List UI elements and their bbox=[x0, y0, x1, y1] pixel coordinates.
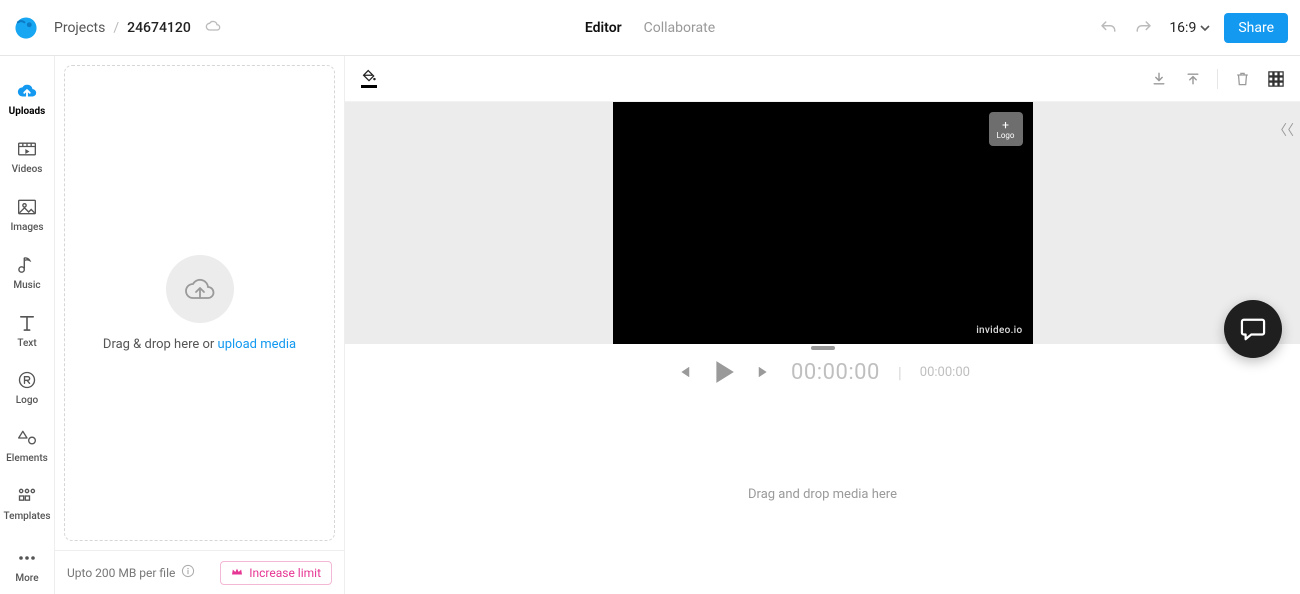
breadcrumb: Projects / 24674120 bbox=[54, 20, 221, 36]
nav-label: Uploads bbox=[9, 106, 46, 117]
nav-music[interactable]: Music bbox=[0, 243, 54, 301]
video-icon bbox=[16, 138, 38, 160]
time-separator: | bbox=[898, 363, 902, 382]
tab-collaborate[interactable]: Collaborate bbox=[644, 20, 715, 36]
uploads-panel: Drag & drop here or upload media Upto 20… bbox=[55, 56, 345, 594]
nav-label: Text bbox=[17, 338, 36, 349]
mode-tabs: Editor Collaborate bbox=[585, 20, 715, 36]
grid-icon[interactable] bbox=[1266, 69, 1286, 89]
text-icon bbox=[16, 312, 38, 334]
info-icon[interactable] bbox=[181, 564, 195, 581]
share-button[interactable]: Share bbox=[1224, 13, 1288, 43]
video-canvas[interactable]: + Logo invideo.io bbox=[613, 102, 1033, 344]
watermark-text: invideo.io bbox=[976, 325, 1022, 336]
upload-limit-note: Upto 200 MB per file bbox=[67, 566, 175, 580]
delete-icon[interactable] bbox=[1232, 69, 1252, 89]
top-bar: Projects / 24674120 Editor Collaborate 1… bbox=[0, 0, 1300, 56]
chat-button[interactable] bbox=[1224, 300, 1282, 358]
aspect-ratio-selector[interactable]: 16:9 bbox=[1169, 20, 1210, 36]
nav-label: Images bbox=[10, 222, 43, 233]
dropzone-prefix: Drag & drop here or bbox=[103, 337, 218, 352]
breadcrumb-separator: / bbox=[113, 20, 119, 36]
upload-icon bbox=[16, 80, 38, 102]
nav-label: Logo bbox=[16, 395, 38, 406]
tab-editor[interactable]: Editor bbox=[585, 20, 622, 36]
download-icon[interactable] bbox=[1149, 69, 1169, 89]
nav-label: Music bbox=[13, 280, 40, 291]
canvas-toolbar bbox=[345, 56, 1300, 102]
shapes-icon bbox=[16, 427, 38, 449]
next-icon[interactable] bbox=[755, 363, 773, 381]
nav-images[interactable]: Images bbox=[0, 186, 54, 244]
cloud-sync-icon bbox=[205, 20, 221, 36]
background-color-icon[interactable] bbox=[359, 69, 379, 89]
increase-limit-button[interactable]: Increase limit bbox=[220, 561, 332, 585]
nav-label: Elements bbox=[6, 453, 48, 464]
nav-logo[interactable]: Logo bbox=[0, 359, 54, 417]
music-icon bbox=[16, 254, 38, 276]
canvas-area: + Logo invideo.io 〈〈 bbox=[345, 102, 1300, 344]
undo-icon[interactable] bbox=[1097, 17, 1119, 39]
nav-label: Videos bbox=[12, 164, 43, 175]
nav-videos[interactable]: Videos bbox=[0, 128, 54, 186]
nav-uploads[interactable]: Uploads bbox=[0, 70, 54, 128]
chat-icon bbox=[1240, 317, 1266, 341]
nav-more[interactable]: More bbox=[0, 536, 54, 594]
current-time: 00:00:00 bbox=[791, 360, 880, 385]
total-time: 00:00:00 bbox=[920, 365, 970, 380]
more-icon bbox=[16, 547, 38, 569]
previous-icon[interactable] bbox=[675, 363, 693, 381]
chevron-down-icon bbox=[1200, 23, 1210, 33]
redo-icon[interactable] bbox=[1133, 17, 1155, 39]
logo-slot-label: Logo bbox=[997, 131, 1015, 140]
nav-label: Templates bbox=[3, 511, 50, 522]
upload-canvas-icon[interactable] bbox=[1183, 69, 1203, 89]
toolbar-separator bbox=[1217, 69, 1218, 89]
aspect-ratio-value: 16:9 bbox=[1169, 20, 1196, 36]
app-logo[interactable] bbox=[12, 14, 40, 42]
upload-media-link[interactable]: upload media bbox=[218, 337, 297, 352]
nav-text[interactable]: Text bbox=[0, 301, 54, 359]
left-nav: Uploads Videos Images Music Text Logo El… bbox=[0, 56, 55, 594]
nav-label: More bbox=[15, 573, 38, 584]
timeline-dropzone[interactable]: Drag and drop media here bbox=[345, 394, 1300, 594]
collapse-right-icon[interactable]: 〈〈 bbox=[1273, 120, 1294, 140]
timeline-placeholder: Drag and drop media here bbox=[748, 487, 897, 502]
uploads-footer: Upto 200 MB per file Increase limit bbox=[55, 550, 344, 594]
breadcrumb-root[interactable]: Projects bbox=[54, 20, 105, 36]
image-icon bbox=[16, 196, 38, 218]
cloud-upload-icon bbox=[166, 255, 234, 323]
upload-dropzone[interactable]: Drag & drop here or upload media bbox=[64, 65, 335, 541]
crown-icon bbox=[231, 566, 243, 580]
nav-templates[interactable]: Templates bbox=[0, 474, 54, 532]
templates-icon bbox=[16, 485, 38, 507]
playback-controls: 00:00:00 | 00:00:00 bbox=[345, 350, 1300, 394]
plus-icon: + bbox=[1002, 119, 1009, 131]
registered-icon bbox=[16, 369, 38, 391]
add-logo-slot[interactable]: + Logo bbox=[989, 112, 1023, 146]
nav-elements[interactable]: Elements bbox=[0, 417, 54, 475]
dropzone-text: Drag & drop here or upload media bbox=[103, 337, 296, 352]
play-icon[interactable] bbox=[711, 359, 737, 385]
increase-limit-label: Increase limit bbox=[249, 566, 321, 580]
resize-handle[interactable] bbox=[811, 346, 835, 350]
breadcrumb-project-id[interactable]: 24674120 bbox=[127, 20, 191, 36]
stage: + Logo invideo.io 〈〈 00:00:00 | 00:00:00… bbox=[345, 56, 1300, 594]
